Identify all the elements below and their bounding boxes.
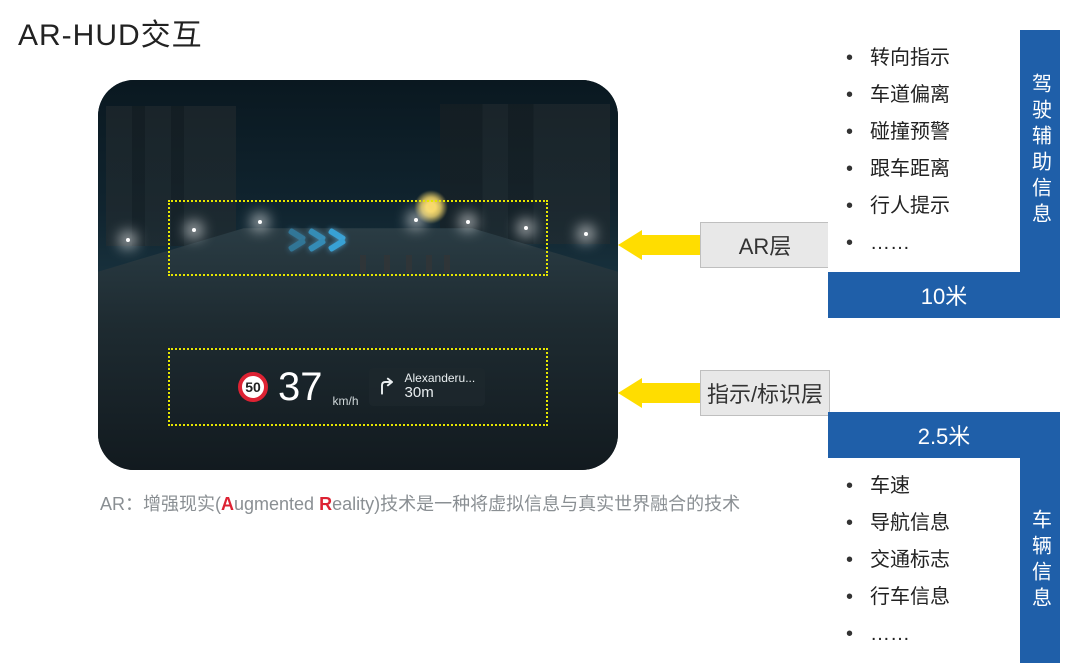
caption-text: AR：增强现实(Augmented Reality)技术是一种将虚拟信息与真实世… xyxy=(100,490,740,516)
nav-box: Alexanderu... 30m xyxy=(369,368,486,406)
arrow-indicator-icon xyxy=(618,378,708,408)
hud-panel: 50 37 km/h Alexanderu... 30m xyxy=(238,360,528,414)
list-item: 车速 xyxy=(846,468,1016,505)
adas-list: 转向指示车道偏离碰撞预警跟车距离行人提示…… xyxy=(828,30,1020,272)
list-item: 行车信息 xyxy=(846,579,1016,616)
speed-limit-sign-icon: 50 xyxy=(238,372,268,402)
list-item: 转向指示 xyxy=(846,40,1016,77)
turn-right-icon xyxy=(377,377,397,397)
vehicle-title-tab: 车辆信息 xyxy=(1020,458,1060,663)
list-item: …… xyxy=(846,616,1016,653)
nav-distance: 30m xyxy=(405,385,476,402)
windshield-scene: 50 37 km/h Alexanderu... 30m xyxy=(98,80,618,470)
list-item: 碰撞预警 xyxy=(846,114,1016,151)
arrow-ar-icon xyxy=(618,230,708,260)
list-item: 跟车距离 xyxy=(846,151,1016,188)
list-item: 车道偏离 xyxy=(846,77,1016,114)
list-item: 交通标志 xyxy=(846,542,1016,579)
list-item: 导航信息 xyxy=(846,505,1016,542)
vehicle-panel: 车速导航信息交通标志行车信息…… 车辆信息 xyxy=(828,458,1060,663)
indicator-distance-bar: 2.5米 xyxy=(828,412,1060,458)
label-ar-layer: AR层 xyxy=(700,222,830,268)
page-title: AR-HUD交互 xyxy=(18,10,203,54)
ar-layer-zone xyxy=(168,200,548,276)
list-item: 行人提示 xyxy=(846,188,1016,225)
adas-panel: 转向指示车道偏离碰撞预警跟车距离行人提示…… 驾驶辅助信息 xyxy=(828,30,1060,272)
label-indicator-layer: 指示/标识层 xyxy=(700,370,830,416)
speed-value: 37 xyxy=(278,367,323,407)
adas-title-tab: 驾驶辅助信息 xyxy=(1020,30,1060,272)
speed-unit: km/h xyxy=(333,394,359,408)
vehicle-list: 车速导航信息交通标志行车信息…… xyxy=(828,458,1020,663)
ar-chevrons-icon xyxy=(288,228,348,257)
list-item: …… xyxy=(846,225,1016,262)
ar-distance-bar: 10米 xyxy=(828,272,1060,318)
